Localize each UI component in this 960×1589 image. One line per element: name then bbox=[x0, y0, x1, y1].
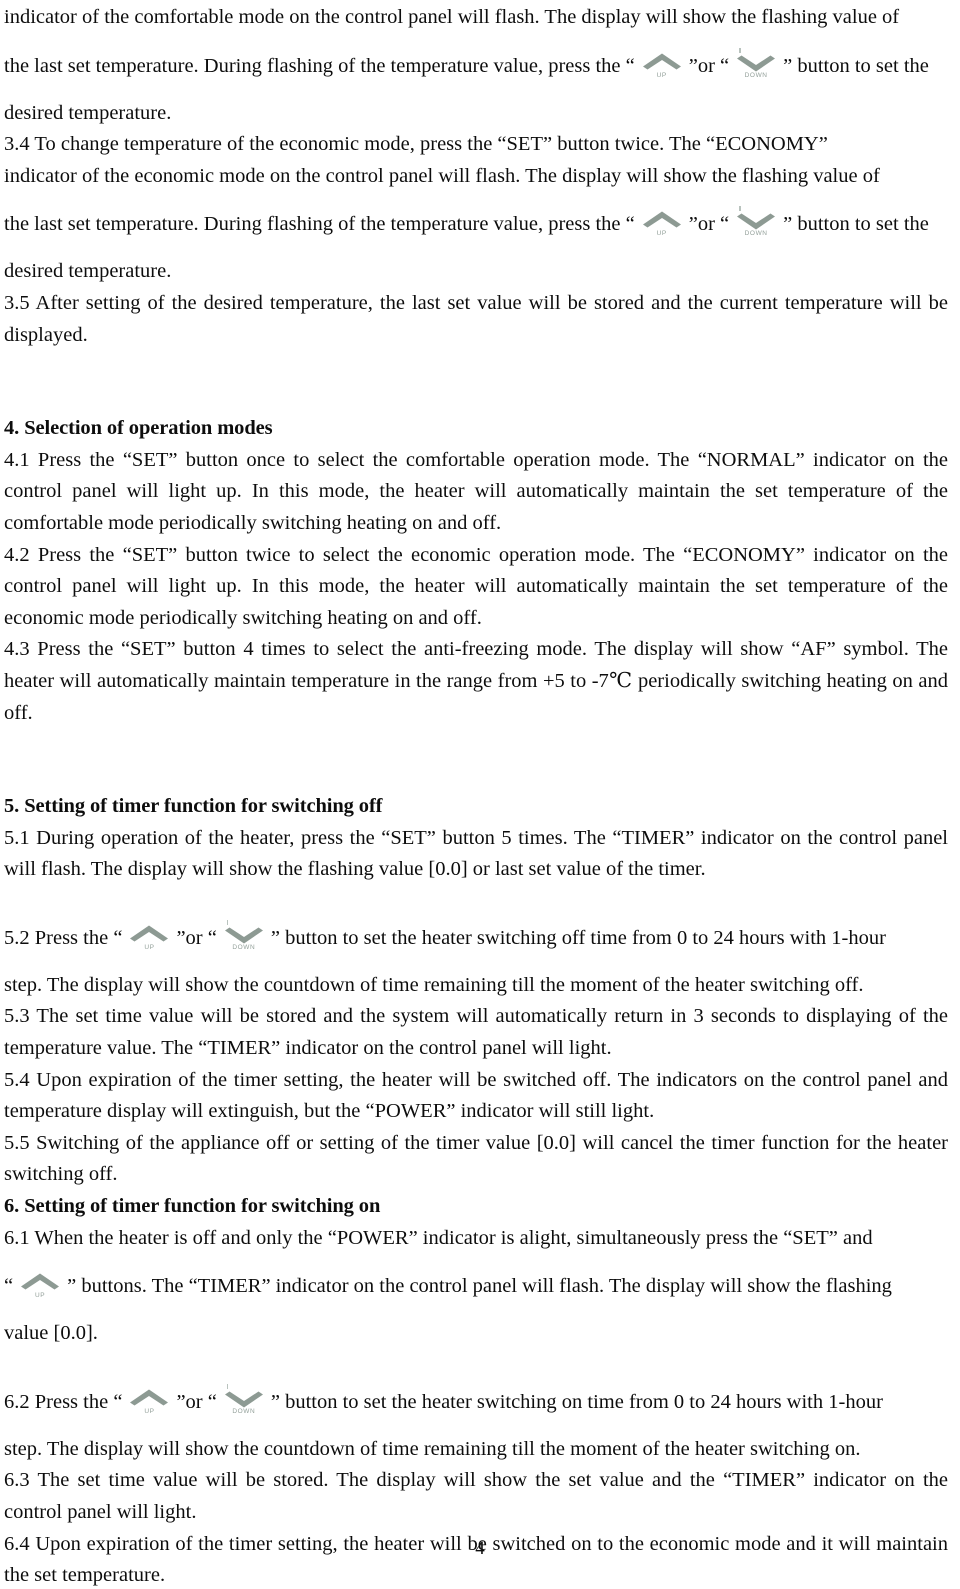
text-run: “ bbox=[4, 1275, 14, 1298]
document-page: indicator of the comfortable mode on the… bbox=[0, 0, 960, 1589]
chevron-up-icon bbox=[20, 1273, 60, 1290]
paragraph-6-2-line2: step. The display will show the countdow… bbox=[4, 1437, 861, 1460]
paragraph-3-3-continuation-line1: indicator of the comfortable mode on the… bbox=[4, 6, 900, 28]
text-run: 5.2 Press the “ bbox=[4, 926, 123, 949]
down-icon-caption: DOWN bbox=[744, 71, 768, 79]
paragraph-3-4-line1: 3.4 To change temperature of the economi… bbox=[4, 133, 828, 156]
down-chevron-button-icon[interactable]: DOWN bbox=[218, 1383, 270, 1415]
chevron-down-icon bbox=[224, 1391, 264, 1408]
paragraph-5-1: 5.1 During operation of the heater, pres… bbox=[4, 826, 948, 881]
down-icon-caption: DOWN bbox=[232, 1407, 256, 1415]
paragraph-3-5: 3.5 After setting of the desired tempera… bbox=[4, 291, 948, 346]
tick-mark bbox=[226, 919, 229, 925]
text-run: ” button to set the bbox=[783, 54, 929, 77]
up-chevron-button-icon[interactable]: UP bbox=[123, 925, 175, 951]
paragraph-3-4-line2: indicator of the economic mode on the co… bbox=[4, 164, 880, 187]
paragraph-5-5: 5.5 Switching of the appliance off or se… bbox=[4, 1131, 948, 1186]
up-chevron-button-icon[interactable]: UP bbox=[636, 211, 688, 237]
paragraph-3-4-line4: desired temperature. bbox=[4, 260, 172, 283]
text-run: the last set temperature. During flashin… bbox=[4, 54, 635, 77]
paragraph-6-1-line3: value [0.0]. bbox=[4, 1322, 98, 1345]
heading-4-selection-of-operation-modes: 4. Selection of operation modes bbox=[4, 417, 273, 440]
text-run: the last set temperature. During flashin… bbox=[4, 213, 635, 236]
text-run: ”or “ bbox=[688, 213, 730, 236]
chevron-down-icon bbox=[736, 55, 776, 72]
chevron-up-icon bbox=[129, 925, 169, 942]
tick-mark bbox=[739, 47, 741, 53]
paragraph-5-4: 5.4 Upon expiration of the timer setting… bbox=[4, 1068, 948, 1123]
paragraph-6-1-line2: “ UP ” buttons. The “TIMER” indicator on… bbox=[4, 1264, 948, 1308]
up-icon-caption: UP bbox=[656, 71, 667, 79]
down-icon-caption: DOWN bbox=[744, 230, 768, 238]
down-chevron-button-icon[interactable]: DOWN bbox=[730, 206, 782, 238]
paragraph-5-2-line1: 5.2 Press the “ UP ”or “ DOWN ” button t… bbox=[4, 916, 948, 960]
text-run: ” button to set the bbox=[783, 213, 929, 236]
up-icon-caption: UP bbox=[656, 230, 667, 238]
paragraph-3-4-line3: the last set temperature. During flashin… bbox=[4, 202, 948, 246]
up-icon-caption: UP bbox=[34, 1292, 46, 1300]
up-icon-caption: UP bbox=[144, 943, 155, 951]
up-chevron-button-icon[interactable]: UP bbox=[123, 1389, 175, 1415]
down-chevron-button-icon[interactable]: DOWN bbox=[218, 919, 270, 951]
up-icon-caption: UP bbox=[144, 1407, 155, 1415]
text-run: ”or “ bbox=[176, 926, 217, 949]
paragraph-4-1: 4.1 Press the “SET” button once to selec… bbox=[4, 448, 948, 534]
paragraph-6-1-line1: 6.1 When the heater is off and only the … bbox=[4, 1226, 873, 1249]
chevron-down-icon bbox=[736, 213, 776, 230]
up-chevron-button-icon[interactable]: UP bbox=[636, 53, 688, 79]
page-content: indicator of the comfortable mode on the… bbox=[4, 2, 948, 1589]
paragraph-6-3: 6.3 The set time value will be stored. T… bbox=[4, 1469, 948, 1523]
tick-mark bbox=[226, 1383, 229, 1389]
paragraph-3-3-continuation-line3: desired temperature. bbox=[4, 101, 172, 124]
chevron-up-icon bbox=[642, 53, 682, 70]
text-run: ”or “ bbox=[688, 54, 730, 77]
down-chevron-button-icon[interactable]: DOWN bbox=[730, 47, 782, 79]
page-number: 4 bbox=[475, 1538, 485, 1559]
up-chevron-button-icon[interactable]: UP bbox=[14, 1273, 66, 1299]
tick-mark bbox=[739, 206, 741, 212]
text-run: 6.2 Press the “ bbox=[4, 1390, 123, 1413]
paragraph-4-3: 4.3 Press the “SET” button 4 times to se… bbox=[4, 638, 948, 724]
paragraph-5-2-line2: step. The display will show the countdow… bbox=[4, 973, 864, 996]
text-run: ”or “ bbox=[176, 1390, 217, 1413]
paragraph-3-3-continuation-line2: the last set temperature. During flashin… bbox=[4, 44, 948, 88]
heading-5-setting-of-timer-function-switching-off: 5. Setting of timer function for switchi… bbox=[4, 795, 383, 818]
heading-6-setting-of-timer-function-switching-on: 6. Setting of timer function for switchi… bbox=[4, 1195, 381, 1218]
text-run: ” button to set the heater switching on … bbox=[270, 1390, 883, 1413]
paragraph-6-2-line1: 6.2 Press the “ UP ”or “ DOWN ” button t… bbox=[4, 1380, 948, 1424]
text-run: ” buttons. The “TIMER” indicator on the … bbox=[67, 1275, 892, 1298]
paragraph-5-3: 5.3 The set time value will be stored an… bbox=[4, 1005, 948, 1060]
chevron-up-icon bbox=[642, 211, 682, 228]
down-icon-caption: DOWN bbox=[232, 943, 256, 951]
chevron-down-icon bbox=[224, 927, 264, 944]
chevron-up-icon bbox=[129, 1389, 169, 1406]
text-run: ” button to set the heater switching off… bbox=[270, 926, 886, 949]
paragraph-4-2: 4.2 Press the “SET” button twice to sele… bbox=[4, 543, 948, 629]
